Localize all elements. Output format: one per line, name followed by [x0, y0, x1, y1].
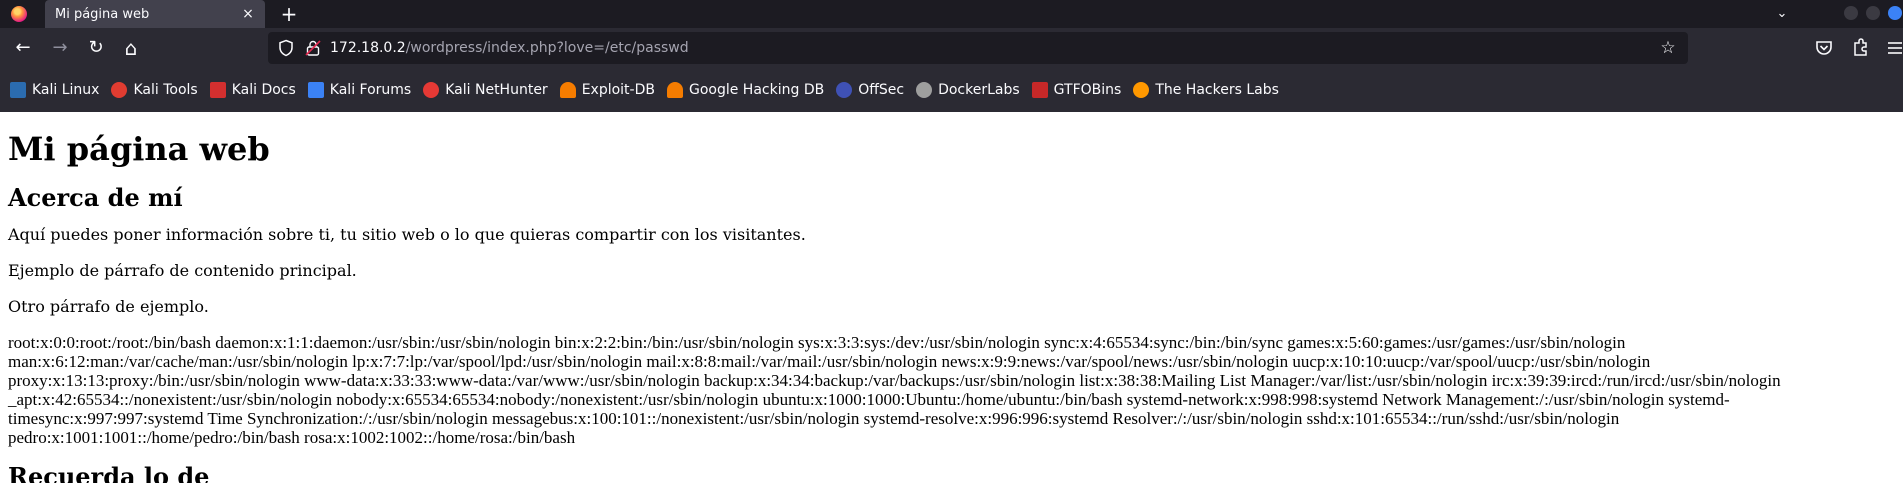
tab-title: Mi página web — [55, 6, 150, 22]
bookmark-label: DockerLabs — [938, 82, 1020, 98]
extensions-icon[interactable] — [1849, 37, 1871, 59]
page-title: Mi página web — [8, 130, 270, 168]
passwd-file-dump: root:x:0:0:root:/root:/bin/bash daemon:x… — [8, 333, 1781, 448]
dockerlabs-icon — [916, 82, 933, 98]
hackers-labs-icon — [1133, 82, 1150, 98]
kali-nethunter-icon — [423, 82, 440, 98]
reload-button[interactable]: ↻ — [83, 36, 109, 60]
bookmark-label: GTFOBins — [1053, 82, 1122, 98]
bookmark-kali-tools[interactable]: Kali Tools — [111, 78, 198, 102]
about-heading: Acerca de mí — [8, 183, 183, 213]
bookmark-label: Kali Forums — [329, 82, 412, 98]
bookmark-label: Kali NetHunter — [445, 82, 548, 98]
bookmark-label: Kali Tools — [133, 82, 198, 98]
bookmark-google-hacking-db[interactable]: Google Hacking DB — [666, 78, 825, 102]
insecure-lock-icon[interactable] — [304, 39, 322, 57]
bookmark-kali-forums[interactable]: Kali Forums — [307, 78, 412, 102]
url-path: /wordpress/index.php?love=/etc/passwd — [405, 40, 689, 56]
tab-active[interactable]: Mi página web × — [45, 0, 265, 28]
tracking-protection-shield-icon[interactable] — [277, 39, 295, 57]
kali-dragon-icon — [10, 82, 26, 98]
gtfobins-icon — [1031, 82, 1048, 98]
bookmark-gtfobins[interactable]: GTFOBins — [1031, 78, 1122, 102]
navigation-toolbar: ← → ↻ ⌂ 172.18.0.2/wordpress/index.php?l… — [0, 28, 1903, 68]
tab-strip: Mi página web × + ⌄ — [0, 0, 1903, 28]
minimize-button[interactable] — [1844, 6, 1858, 20]
chevron-down-icon[interactable]: ⌄ — [1770, 2, 1794, 26]
offsec-icon — [836, 82, 853, 98]
bookmark-star-icon[interactable]: ☆ — [1658, 38, 1678, 58]
home-button[interactable]: ⌂ — [118, 36, 144, 60]
maximize-button[interactable] — [1866, 6, 1880, 20]
bookmark-kali-linux[interactable]: Kali Linux — [10, 78, 99, 102]
bookmark-kali-docs[interactable]: Kali Docs — [209, 78, 296, 102]
menu-icon[interactable] — [1884, 37, 1903, 59]
exploit-db-icon — [559, 82, 576, 98]
kali-tools-icon — [111, 82, 128, 98]
bookmark-label: Google Hacking DB — [688, 82, 825, 98]
bookmark-label: The Hackers Labs — [1155, 82, 1279, 98]
about-paragraph: Aquí puedes poner información sobre ti, … — [8, 225, 806, 245]
firefox-view-button[interactable] — [0, 0, 38, 28]
next-heading: Recuerda lo de — [8, 462, 210, 483]
bookmark-offsec[interactable]: OffSec — [836, 78, 904, 102]
pocket-icon[interactable] — [1813, 37, 1835, 59]
bookmark-label: Kali Docs — [231, 82, 296, 98]
new-tab-button[interactable]: + — [277, 2, 301, 26]
back-button[interactable]: ← — [10, 36, 36, 60]
bookmark-label: OffSec — [858, 82, 905, 98]
page-content: Mi página web Acerca de mí Aquí puedes p… — [0, 130, 1903, 483]
bookmark-kali-nethunter[interactable]: Kali NetHunter — [423, 78, 548, 102]
close-window-button[interactable] — [1888, 6, 1902, 20]
bookmark-exploit-db[interactable]: Exploit-DB — [559, 78, 655, 102]
kali-forums-icon — [307, 82, 324, 98]
bookmark-label: Kali Linux — [32, 82, 100, 98]
kali-docs-icon — [209, 82, 226, 98]
bookmark-the-hackers-labs[interactable]: The Hackers Labs — [1133, 78, 1279, 102]
bookmarks-toolbar: Kali Linux Kali Tools Kali Docs Kali For… — [0, 68, 1903, 112]
firefox-logo-icon — [11, 6, 27, 22]
url-text[interactable]: 172.18.0.2/wordpress/index.php?love=/etc… — [330, 32, 689, 64]
url-bar[interactable]: 172.18.0.2/wordpress/index.php?love=/etc… — [268, 32, 1688, 64]
forward-button[interactable]: → — [47, 36, 73, 60]
content-paragraph: Ejemplo de párrafo de contenido principa… — [8, 261, 357, 281]
ghdb-icon — [666, 82, 683, 98]
bookmark-dockerlabs[interactable]: DockerLabs — [916, 78, 1020, 102]
bookmark-label: Exploit-DB — [581, 82, 655, 98]
url-host: 172.18.0.2 — [330, 40, 406, 56]
web-page-viewport[interactable]: Mi página web Acerca de mí Aquí puedes p… — [0, 112, 1903, 483]
example-paragraph: Otro párrafo de ejemplo. — [8, 297, 209, 317]
close-icon[interactable]: × — [239, 6, 257, 22]
